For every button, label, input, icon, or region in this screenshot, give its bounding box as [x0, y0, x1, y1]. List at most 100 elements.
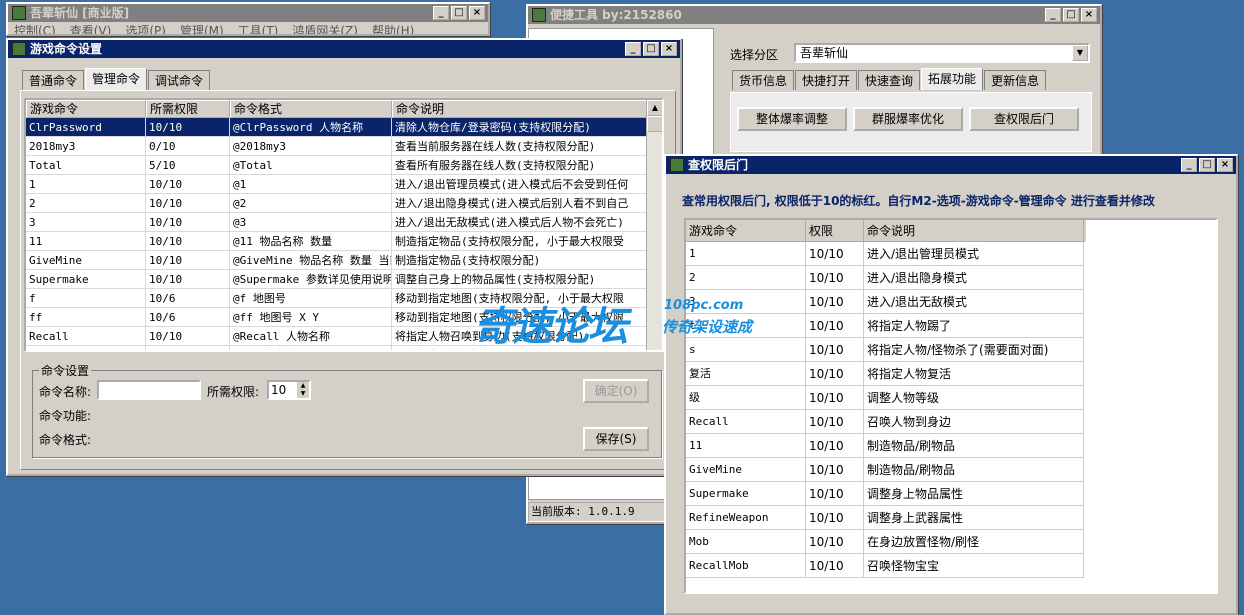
table-row[interactable]: f 10/6 @f 地图号 移动到指定地图(支持权限分配, 小于最大权限	[26, 289, 662, 308]
close-button[interactable]: ×	[661, 42, 677, 56]
minimize-button[interactable]: _	[1045, 8, 1061, 22]
table-row[interactable]: 3 10/10 @3 进入/退出无敌模式(进入模式后人物不会死亡)	[26, 213, 662, 232]
ok-button[interactable]: 确定(O)	[583, 379, 649, 403]
table-row[interactable]: 复活 10/10 将指定人物复活	[686, 362, 1216, 386]
table-cell: 进入/退出管理员模式(进入模式后不会受到任何	[392, 175, 648, 193]
cmd-titlebar[interactable]: 游戏命令设置 _ □ ×	[8, 40, 680, 58]
table-row[interactable]: Recall 10/10 @Recall 人物名称 将指定人物召唤到身边(支持权限分配…	[26, 327, 662, 346]
tools-tab-3[interactable]: 拓展功能	[921, 68, 984, 90]
column-header[interactable]: 游戏命令	[686, 220, 806, 242]
close-button[interactable]: ×	[1081, 8, 1097, 22]
tools-tab-4[interactable]: 更新信息	[984, 70, 1047, 90]
table-row[interactable]: 11 10/10 制造物品/刷物品	[686, 434, 1216, 458]
table-row[interactable]: 3 10/10 进入/退出无敌模式	[686, 290, 1216, 314]
minimize-button[interactable]: _	[1181, 158, 1197, 172]
close-button[interactable]: ×	[469, 6, 485, 20]
backdoor-list-body: 1 10/10 进入/退出管理员模式 2 10/10 进入/退出隐身模式 3 10/10 进入/…	[686, 242, 1216, 578]
column-header[interactable]: 命令说明	[864, 220, 1084, 242]
tools-tab-0[interactable]: 货币信息	[732, 70, 795, 90]
table-row[interactable]: s 10/10 将指定人物/怪物杀了(需要面对面)	[686, 338, 1216, 362]
table-row[interactable]: Total 5/10 @Total 查看所有服务器在线人数(支持权限分配)	[26, 156, 662, 175]
tab-1[interactable]: 管理命令	[85, 68, 148, 90]
maximize-button[interactable]: □	[1199, 158, 1215, 172]
table-row[interactable]: 1 10/10 @1 进入/退出管理员模式(进入模式后不会受到任何	[26, 175, 662, 194]
table-cell: 11	[686, 434, 806, 458]
table-row[interactable]: ClrPassword 10/10 @ClrPassword 人物名称 清除人物仓库/…	[26, 118, 662, 137]
table-row[interactable]: RefineWeapon 10/10 调整身上武器属性	[686, 506, 1216, 530]
drop-rate-adjust-button[interactable]: 整体爆率调整	[737, 107, 847, 131]
table-row[interactable]: 11 10/10 @11 物品名称 数量 制造指定物品(支持权限分配, 小于最大权限受	[26, 232, 662, 251]
minimize-button[interactable]: _	[433, 6, 449, 20]
table-cell: @3	[230, 213, 392, 231]
zone-select[interactable]: 吾辈斩仙 ▼	[794, 43, 1090, 63]
table-cell: 查看所有服务器在线人数(支持权限分配)	[392, 156, 648, 174]
table-cell: 10/10	[146, 327, 230, 345]
table-cell: 10/10	[146, 346, 230, 350]
tab-0[interactable]: 普通命令	[22, 70, 85, 90]
zone-select-value: 吾辈斩仙	[800, 46, 849, 60]
column-header[interactable]: 命令格式	[230, 100, 392, 118]
table-cell: 制造指定物品(支持权限分配)	[392, 251, 648, 269]
menu-item[interactable]: 鸿盾网关(Z)	[292, 22, 358, 34]
table-row[interactable]: t 10/10 将指定人物踢了	[686, 314, 1216, 338]
command-name-input[interactable]	[97, 380, 201, 400]
stepper-arrows-icon[interactable]: ▲ ▼	[297, 382, 309, 398]
table-row[interactable]: GiveMine 10/10 制造物品/刷物品	[686, 458, 1216, 482]
table-cell: 进入/退出隐身模式(进入模式后别人看不到自己	[392, 194, 648, 212]
table-cell: Total	[26, 156, 146, 174]
table-cell: @Recall 人物名称	[230, 327, 392, 345]
main-app-titlebar[interactable]: 吾辈斩仙 [商业版] _ □ ×	[8, 4, 488, 22]
table-row[interactable]: Mob 10/10 在身边放置怪物/刷怪	[686, 530, 1216, 554]
table-cell: 进入/退出无敌模式(进入模式后人物不会死亡)	[392, 213, 648, 231]
save-button[interactable]: 保存(S)	[583, 427, 649, 451]
menu-item[interactable]: 管理(M)	[180, 22, 224, 34]
scroll-thumb[interactable]	[647, 116, 662, 132]
tools-tab-panel: 整体爆率调整 群服爆率优化 查权限后门	[730, 92, 1092, 152]
column-header[interactable]: 权限	[806, 220, 864, 242]
maximize-button[interactable]: □	[1063, 8, 1079, 22]
table-row[interactable]: Recall 10/10 召唤人物到身边	[686, 410, 1216, 434]
table-row[interactable]: 2 10/10 @2 进入/退出隐身模式(进入模式后别人看不到自己	[26, 194, 662, 213]
tools-titlebar[interactable]: 便捷工具 by:2152860 _ □ ×	[528, 6, 1100, 24]
table-row[interactable]: RecallMob 10/10 召唤怪物宝宝	[686, 554, 1216, 578]
scroll-up-icon[interactable]: ▲	[647, 100, 662, 116]
table-row[interactable]: Supermake 10/10 @Supermake 参数详见使用说明 调整自己身上的…	[26, 270, 662, 289]
menu-item[interactable]: 控制(C)	[14, 22, 56, 34]
check-backdoor-button[interactable]: 查权限后门	[969, 107, 1079, 131]
command-list-scrollbar[interactable]: ▲	[646, 100, 662, 350]
menu-item[interactable]: 帮助(H)	[372, 22, 414, 34]
column-header[interactable]: 所需权限	[146, 100, 230, 118]
permission-stepper[interactable]: 10 ▲ ▼	[267, 380, 311, 400]
tools-tab-2[interactable]: 快速查询	[858, 70, 921, 90]
table-row[interactable]: Supermake 10/10 调整身上物品属性	[686, 482, 1216, 506]
table-row[interactable]: 1 10/10 进入/退出管理员模式	[686, 242, 1216, 266]
table-cell: 10/10	[146, 118, 230, 136]
menu-item[interactable]: 选项(P)	[125, 22, 166, 34]
backdoor-titlebar[interactable]: 查权限后门 _ □ ×	[666, 156, 1236, 174]
chevron-down-icon[interactable]: ▼	[1072, 45, 1088, 61]
table-cell: 制造指定物品(支持权限分配, 小于最大权限受	[392, 232, 648, 250]
table-cell: f	[26, 289, 146, 307]
table-row[interactable]: G10/10@G 人物名称跟踪指定人物(支持权限分配)	[26, 346, 662, 350]
table-cell: Supermake	[686, 482, 806, 506]
tab-2[interactable]: 调试命令	[148, 70, 211, 90]
group-drop-optimize-button[interactable]: 群服爆率优化	[853, 107, 963, 131]
column-header[interactable]: 命令说明	[392, 100, 648, 118]
table-row[interactable]: 2 10/10 进入/退出隐身模式	[686, 266, 1216, 290]
table-cell: 10/6	[146, 289, 230, 307]
table-row[interactable]: GiveMine 10/10 @GiveMine 物品名称 数量 当前 制造指定物品(…	[26, 251, 662, 270]
table-row[interactable]: 级 10/10 调整人物等级	[686, 386, 1216, 410]
menu-item[interactable]: 查看(V)	[70, 22, 112, 34]
column-header[interactable]: 游戏命令	[26, 100, 146, 118]
command-settings-window: 游戏命令设置 _ □ × 普通命令 管理命令 调试命令 游戏命令 所需权限 命令格式 命令…	[6, 38, 682, 476]
close-button[interactable]: ×	[1217, 158, 1233, 172]
maximize-button[interactable]: □	[451, 6, 467, 20]
version-value: 1.0.1.9	[588, 505, 635, 518]
minimize-button[interactable]: _	[625, 42, 641, 56]
maximize-button[interactable]: □	[643, 42, 659, 56]
table-row[interactable]: ff 10/6 @ff 地图号 X Y 移动到指定地图(支持权限分配, 小于最大权限	[26, 308, 662, 327]
menu-item[interactable]: 工具(T)	[238, 22, 279, 34]
table-cell: 调整身上武器属性	[864, 506, 1084, 530]
table-row[interactable]: 2018my3 0/10 @2018my3 查看当前服务器在线人数(支持权限分配)	[26, 137, 662, 156]
tools-tab-1[interactable]: 快捷打开	[795, 70, 858, 90]
